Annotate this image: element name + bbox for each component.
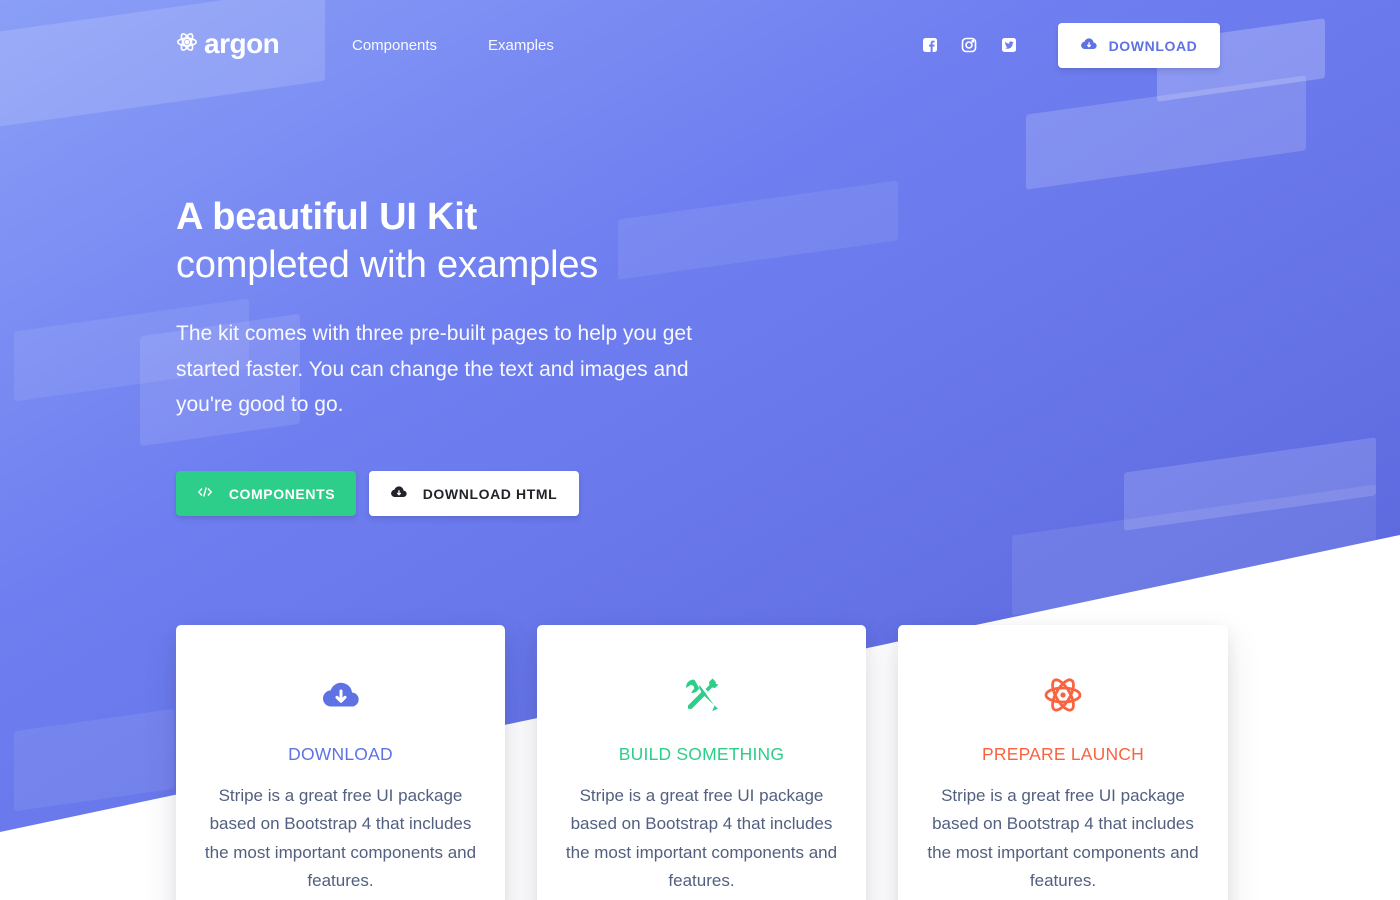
download-html-button[interactable]: DOWNLOAD HTML [369,471,579,516]
cloud-download-icon [321,675,361,715]
nav-link-examples[interactable]: Examples [488,37,554,54]
components-button-label: COMPONENTS [228,485,336,502]
components-button[interactable]: COMPONENTS [176,471,356,516]
twitter-square-icon[interactable] [1001,37,1017,53]
tools-icon [682,675,722,715]
atom-icon [176,31,198,58]
hero-subtitle: completed with examples [176,244,599,286]
cloud-download-icon [390,484,407,503]
decorative-shape [14,708,174,812]
instagram-icon[interactable] [961,37,977,53]
facebook-square-icon[interactable] [922,37,938,53]
navbar: argon Components Examples DOWNLOAD [0,0,1400,92]
download-button[interactable]: DOWNLOAD [1058,23,1220,68]
atom-icon [1043,675,1083,715]
hero-description: The kit comes with three pre-built pages… [176,322,692,416]
download-button-label: DOWNLOAD [1108,37,1198,54]
card-description: Stripe is a great free UI package based … [927,786,1199,890]
nav-link-components[interactable]: Components [352,37,437,54]
card-description: Stripe is a great free UI package based … [565,786,838,890]
download-html-button-label: DOWNLOAD HTML [422,485,558,502]
decorative-shape [618,180,898,280]
card-title: BUILD SOMETHING [618,744,785,764]
feature-card-build-something: BUILD SOMETHING Stripe is a great free U… [537,625,866,900]
feature-card-download: DOWNLOAD Stripe is a great free UI packa… [176,625,505,900]
card-description: Stripe is a great free UI package based … [204,786,477,890]
card-title: PREPARE LAUNCH [982,744,1144,764]
brand-name: argon [204,28,280,59]
brand-logo-link[interactable]: argon [176,28,280,60]
hero-title: A beautiful UI Kit [176,196,478,238]
code-icon [197,484,213,503]
card-title: DOWNLOAD [288,744,393,764]
cloud-download-icon [1080,36,1097,55]
feature-card-prepare-launch: PREPARE LAUNCH Stripe is a great free UI… [898,625,1228,900]
